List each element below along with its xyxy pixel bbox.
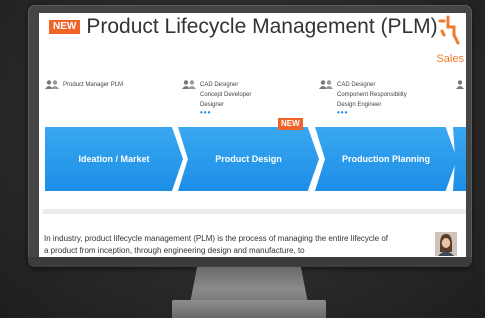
person-group-icon [456,80,466,93]
monitor-screen: NEW Product Lifecycle Management (PLM) S… [39,13,466,257]
person-group-icon [319,80,333,93]
process-flow: Ideation / Market Product Design NEW Pro… [39,118,466,191]
monitor-stand-base [172,300,326,318]
page-title: Product Lifecycle Management (PLM) [86,15,438,38]
monitor-stand-neck [190,267,308,303]
stage-product-design[interactable]: Product Design [178,127,319,191]
stage-ideation-market[interactable]: Ideation / Market [45,127,183,191]
divider [43,209,466,214]
person-group-icon [182,80,196,93]
stage-label: Product Design [215,154,282,164]
brand-label: Sales [436,53,464,65]
monitor-chin [28,257,472,267]
roles-row: Product Manager PLM CAD Designer Concept… [39,80,466,124]
role-line: Product Manager PLM [63,82,124,88]
stage-label: Ideation / Market [78,154,150,164]
stage-production-planning[interactable]: Production Planning [315,127,457,191]
more-roles-button[interactable]: ••• [200,109,251,117]
new-badge: NEW [278,118,303,130]
role-line: Concept Developer [200,92,252,98]
role-line: CAD Designer [200,82,239,88]
new-badge: NEW [49,20,81,34]
role-line: CAD Designer [337,82,376,88]
role-line: Component Responsibility [337,92,407,98]
more-roles-button[interactable]: ••• [337,109,407,117]
stage-label: Production Planning [342,154,430,164]
person-group-icon [45,80,59,93]
page-header: NEW Product Lifecycle Management (PLM) [49,13,438,41]
brand-logo-icon [434,13,464,47]
avatar[interactable] [435,232,457,256]
description-text: In industry, product lifecycle managemen… [44,234,389,255]
